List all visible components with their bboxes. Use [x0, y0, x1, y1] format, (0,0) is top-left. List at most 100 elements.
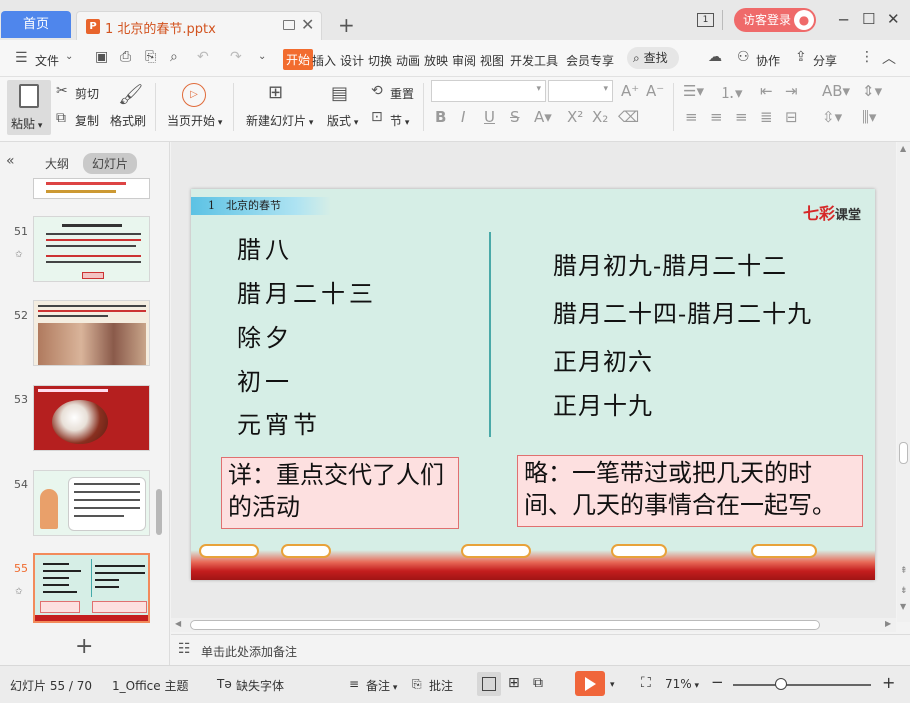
theme-name[interactable]: 1_Office 主题 [112, 677, 188, 694]
comments-button[interactable]: 批注 [429, 677, 453, 694]
section-button[interactable]: 节 ▾ [390, 112, 409, 129]
bold-icon[interactable]: B [435, 108, 446, 126]
align-right-icon[interactable]: ≡ [735, 108, 748, 126]
cut-button[interactable]: 剪切 [75, 85, 99, 102]
zoom-out-icon[interactable]: − [711, 673, 724, 691]
line-spacing-icon[interactable]: ⇕▾ [862, 82, 882, 100]
vertical-scroll-thumb[interactable] [899, 442, 908, 464]
notes-toggle-icon[interactable]: ≡ [349, 677, 359, 691]
decrease-indent-icon[interactable]: ⇤ [760, 82, 773, 100]
menu-view[interactable]: 视图 [480, 52, 504, 69]
chevron-down-icon[interactable]: ⌄ [258, 51, 266, 62]
play-from-current-icon[interactable]: ▷ [182, 83, 206, 107]
collapse-ribbon-icon[interactable]: ︿ [882, 48, 896, 68]
chevron-down-icon[interactable]: ▾ [610, 680, 615, 690]
slide-sorter-icon[interactable]: ⊞ [508, 675, 520, 691]
subscript-icon[interactable]: X₂ [592, 108, 608, 126]
font-size-select[interactable]: ▾ [548, 80, 613, 102]
menu-slideshow[interactable]: 放映 [424, 52, 448, 69]
slide-55[interactable]: 1 北京的春节 七彩课堂 腊八 腊月二十三 除夕 初一 元宵节 腊月初九-腊月二… [191, 189, 875, 580]
hamburger-icon[interactable]: ☰ [15, 50, 28, 66]
from-current-button[interactable]: 当页开始 ▾ [167, 112, 222, 129]
section-icon[interactable]: ⊡ [371, 109, 383, 125]
notes-pane[interactable]: ☷ 单击此处添加备注 [171, 634, 910, 665]
numbered-list-icon[interactable]: ⒈▾ [720, 82, 743, 103]
maximize-icon[interactable]: ☐ [862, 10, 875, 28]
menu-design[interactable]: 设计 [340, 52, 364, 69]
columns-icon[interactable]: ⫼▾ [862, 108, 876, 126]
menu-home[interactable]: 开始 [283, 49, 314, 70]
scroll-down-icon[interactable]: ▼ [900, 602, 906, 611]
page-count-icon[interactable]: 1 [697, 13, 714, 27]
paste-button[interactable]: 粘贴 ▾ [7, 80, 51, 135]
minimize-icon[interactable]: ─ [839, 11, 848, 29]
print-preview-icon[interactable]: ⌕ [170, 49, 178, 65]
slideshow-button[interactable] [575, 671, 605, 696]
slide-thumbnail-55-selected[interactable] [33, 553, 150, 623]
chevron-down-icon[interactable]: ⌄ [65, 51, 73, 62]
guest-login-button[interactable]: 访客登录 ● [734, 8, 816, 32]
menu-transitions[interactable]: 切换 [368, 52, 392, 69]
menu-member[interactable]: 会员专享 [566, 52, 614, 69]
scroll-up-icon[interactable]: ▲ [900, 144, 906, 153]
monitor-icon[interactable] [283, 20, 295, 30]
export-icon[interactable]: ⎙ [120, 49, 131, 65]
collaborate-icon[interactable]: ⚇ [737, 49, 750, 65]
font-color-icon[interactable]: A▾ [534, 108, 552, 126]
clear-format-icon[interactable]: ⌫ [618, 108, 639, 126]
page-down-icon[interactable]: ⇟ [900, 586, 908, 596]
font-family-select[interactable]: ▾ [431, 80, 546, 102]
zoom-slider[interactable] [733, 684, 871, 686]
slide-canvas[interactable]: 1 北京的春节 七彩课堂 腊八 腊月二十三 除夕 初一 元宵节 腊月初九-腊月二… [171, 142, 896, 622]
comments-icon[interactable]: ⎘ [412, 677, 422, 692]
menu-file[interactable]: 文件 [35, 52, 59, 69]
menu-insert[interactable]: 插入 [312, 52, 336, 69]
superscript-icon[interactable]: X² [567, 108, 583, 126]
share-button[interactable]: 分享 [813, 52, 837, 69]
copy-icon[interactable]: ⧉ [56, 110, 66, 126]
slide-panel-scrollbar[interactable] [156, 489, 162, 535]
missing-font-icon[interactable]: Tə [217, 677, 232, 691]
horizontal-scrollbar[interactable]: ◀ ▶ [171, 618, 896, 632]
tab-home[interactable]: 首页 [1, 11, 71, 38]
scissors-icon[interactable]: ✂ [56, 83, 68, 99]
layout-icon[interactable]: ▤ [331, 83, 348, 104]
decrease-font-icon[interactable]: A⁻ [646, 82, 664, 100]
underline-icon[interactable]: U [484, 108, 495, 126]
slide-thumbnail-54[interactable] [33, 470, 150, 536]
undo-icon[interactable]: ↶ [197, 49, 209, 65]
menu-developer[interactable]: 开发工具 [510, 52, 558, 69]
tab-outline[interactable]: 大纲 [45, 155, 69, 172]
bullet-list-icon[interactable]: ☰▾ [683, 82, 704, 100]
zoom-in-icon[interactable]: + [882, 673, 895, 692]
save-icon[interactable]: ▣ [95, 49, 108, 65]
scroll-right-icon[interactable]: ▶ [885, 619, 891, 628]
reset-button[interactable]: 重置 [390, 85, 414, 102]
redo-icon[interactable]: ↷ [230, 49, 242, 65]
scroll-left-icon[interactable]: ◀ [175, 619, 181, 628]
slide-thumbnail-53[interactable] [33, 385, 150, 451]
notes-toggle-button[interactable]: 备注 ▾ [366, 677, 397, 694]
slide-thumbnail-50[interactable] [33, 178, 150, 199]
close-window-icon[interactable]: ✕ [887, 10, 900, 28]
tab-slides[interactable]: 幻灯片 [83, 153, 138, 174]
search-button[interactable]: ⌕ 查找 [627, 47, 679, 69]
close-tab-icon[interactable]: ✕ [301, 15, 314, 34]
italic-icon[interactable]: I [461, 108, 465, 126]
new-slide-button[interactable]: 新建幻灯片 ▾ [246, 112, 313, 129]
print-icon[interactable]: ⎘ [145, 49, 156, 65]
paragraph-spacing-icon[interactable]: ⇳▾ [822, 108, 842, 126]
zoom-level[interactable]: 71% ▾ [665, 677, 699, 691]
layout-button[interactable]: 版式 ▾ [327, 112, 358, 129]
zoom-slider-knob[interactable] [775, 678, 787, 690]
justify-icon[interactable]: ≣ [760, 108, 773, 126]
increase-font-icon[interactable]: A⁺ [621, 82, 639, 100]
menu-review[interactable]: 审阅 [452, 52, 476, 69]
vertical-scrollbar[interactable]: ▲ ⇞ ⇟ ▼ [897, 142, 910, 622]
notes-placeholder[interactable]: 单击此处添加备注 [201, 643, 297, 660]
collaborate-button[interactable]: 协作 [756, 52, 780, 69]
new-tab-icon[interactable]: + [338, 13, 355, 37]
align-left-icon[interactable]: ≡ [685, 108, 698, 126]
cloud-sync-icon[interactable]: ☁ [708, 49, 722, 65]
align-center-icon[interactable]: ≡ [710, 108, 723, 126]
